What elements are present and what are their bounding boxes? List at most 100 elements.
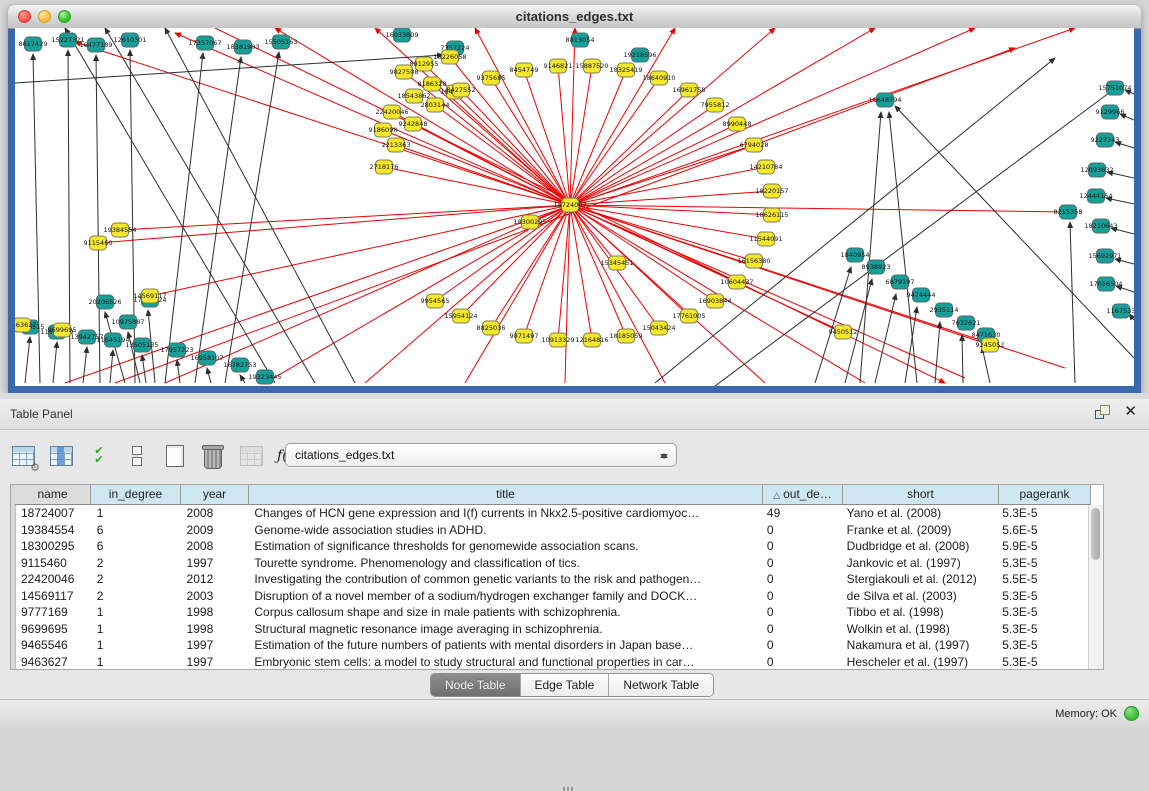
graph-edge[interactable] (461, 90, 570, 205)
cell-title: Disruption of a novel member of a sodium… (248, 588, 761, 605)
table-settings-icon[interactable]: ⚙ (10, 443, 36, 469)
column-header-out_de[interactable]: △out_de… (763, 485, 843, 505)
graph-edge[interactable] (1070, 222, 1075, 383)
memory-status-icon[interactable] (1124, 706, 1139, 721)
graph-edge[interactable] (177, 360, 180, 383)
graph-node-label: 15751074 (1098, 84, 1131, 92)
network-canvas[interactable]: 8617429152273211647718912610301173570671… (15, 28, 1134, 386)
graph-node-label: 19384554 (103, 226, 136, 234)
graph-edge[interactable] (165, 53, 203, 383)
cell-in_degree: 6 (91, 538, 181, 555)
delete-table-icon[interactable] (200, 443, 226, 469)
table-row[interactable]: 977716911998Corpus callosum shape and si… (15, 604, 1088, 621)
table-body[interactable]: 1872400712008Changes of HCN gene express… (15, 505, 1088, 669)
graph-edge[interactable] (450, 57, 570, 205)
graph-node-label: 8427552 (447, 86, 476, 94)
table-panel-header: Table Panel ✕ (0, 399, 1149, 430)
graph-edge[interactable] (570, 105, 715, 205)
table-row[interactable]: 1938455462009Genome-wide association stu… (15, 522, 1088, 539)
graph-edge[interactable] (570, 205, 617, 263)
graph-edge[interactable] (120, 205, 570, 230)
graph-edge[interactable] (83, 347, 87, 383)
graph-edge[interactable] (570, 205, 715, 301)
graph-edge[interactable] (65, 28, 275, 383)
graph-node-label: 15345451 (600, 259, 633, 267)
graph-node-label: 13505135 (125, 341, 158, 349)
cell-pagerank: 5.3E-5 (996, 654, 1088, 670)
graph-edge[interactable] (558, 66, 570, 205)
table-row[interactable]: 1830029562008Estimation of significance … (15, 538, 1088, 555)
window-titlebar[interactable]: citations_edges.txt (8, 5, 1141, 29)
graph-node-label: 15043424 (642, 324, 675, 332)
column-header-name[interactable]: name (15, 485, 91, 505)
cell-short: Stergiakouli et al. (2012) (841, 571, 997, 588)
cell-name: 9699695 (15, 621, 91, 638)
graph-edge[interactable] (53, 342, 57, 383)
gear-icon: ⚙ (30, 461, 40, 474)
table-row[interactable]: 911546021997Tourette syndrome. Phenomeno… (15, 555, 1088, 572)
network-window: citations_edges.txt 86174291522732116477… (8, 5, 1141, 393)
cell-in_degree: 6 (91, 522, 181, 539)
tab-network-table[interactable]: Network Table (609, 674, 713, 696)
graph-edge[interactable] (207, 368, 211, 383)
cell-short: Wolkin et al. (1998) (841, 621, 997, 638)
graph-edge[interactable] (105, 28, 315, 383)
scrollbar-thumb[interactable] (1091, 508, 1100, 560)
graph-edge[interactable] (165, 28, 355, 383)
graph-edge[interactable] (225, 52, 279, 383)
row-height-icon[interactable] (124, 443, 150, 469)
divider-grip-icon[interactable] (563, 787, 575, 791)
vertical-scrollbar[interactable] (1088, 505, 1103, 669)
table-row[interactable]: 1872400712008Changes of HCN gene express… (15, 505, 1088, 522)
cell-year: 1997 (181, 654, 249, 670)
graph-edge[interactable] (860, 112, 881, 383)
graph-edge[interactable] (130, 50, 135, 383)
graph-edge[interactable] (570, 191, 772, 205)
table-row[interactable]: 1456911722003Disruption of a novel membe… (15, 588, 1088, 605)
table-row[interactable]: 946362711997Embryonic stem cells: a mode… (15, 654, 1088, 670)
graph-edge[interactable] (570, 205, 754, 261)
table-selector-dropdown[interactable]: citations_edges.txt (285, 443, 677, 467)
column-header-title[interactable]: title (249, 485, 763, 505)
table-row[interactable]: 2242004622012Investigating the contribut… (15, 571, 1088, 588)
node-table: namein_degreeyeartitle△out_de…shortpager… (10, 484, 1104, 670)
cell-short: Dudbridge et al. (2008) (841, 538, 997, 555)
graph-edge[interactable] (491, 78, 570, 205)
graph-edge[interactable] (98, 205, 570, 243)
cell-title: Estimation of the future numbers of pati… (248, 637, 761, 654)
graph-edge[interactable] (889, 112, 917, 383)
float-panel-icon[interactable] (1095, 405, 1110, 419)
graph-node-label: 17957223 (160, 346, 193, 354)
graph-edge[interactable] (25, 337, 30, 383)
graph-node-label: 8938923 (862, 263, 891, 271)
cell-pagerank: 5.3E-5 (996, 588, 1088, 605)
tab-node-table[interactable]: Node Table (431, 674, 521, 696)
graph-edge[interactable] (15, 55, 443, 83)
column-header-in_degree[interactable]: in_degree (91, 485, 181, 505)
graph-edge[interactable] (570, 90, 689, 205)
graph-edge[interactable] (935, 322, 940, 383)
graph-edge[interactable] (240, 375, 245, 383)
graph-node-label: 6794028 (740, 141, 769, 149)
column-header-pagerank[interactable]: pagerank (999, 485, 1091, 505)
cell-out_de: 0 (761, 538, 841, 555)
column-visibility-icon[interactable] (48, 443, 74, 469)
column-header-short[interactable]: short (843, 485, 999, 505)
graph-node-label: 9450512 (829, 328, 858, 336)
table-row[interactable]: 946554611997Estimation of the future num… (15, 637, 1088, 654)
graph-node-label: 10975887 (111, 318, 144, 326)
column-header-year[interactable]: year (181, 485, 249, 505)
new-table-icon[interactable] (162, 443, 188, 469)
tab-edge-table[interactable]: Edge Table (521, 674, 610, 696)
graph-node-label: 18640910 (642, 74, 675, 82)
graph-edge[interactable] (570, 124, 737, 205)
graph-node-label: 6879197 (886, 278, 915, 286)
close-panel-icon[interactable]: ✕ (1124, 405, 1137, 419)
row-selection-icon[interactable]: ✔✔ (86, 443, 112, 469)
graph-edge[interactable] (962, 335, 963, 383)
graph-node-label: 18220157 (755, 187, 788, 195)
graph-edge[interactable] (150, 205, 570, 296)
graph-edge[interactable] (142, 355, 146, 383)
import-table-icon[interactable] (238, 443, 264, 469)
table-row[interactable]: 969969511998Structural magnetic resonanc… (15, 621, 1088, 638)
